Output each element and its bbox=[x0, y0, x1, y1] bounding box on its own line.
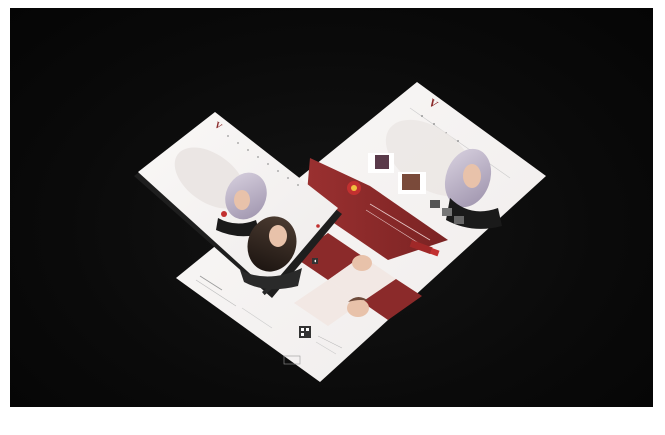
back-thumb-image bbox=[402, 174, 420, 190]
back-nav-dot bbox=[421, 115, 423, 117]
back-photo-thumb bbox=[442, 208, 452, 216]
mockup-stage: V V bbox=[10, 8, 653, 407]
front-nav-dot bbox=[257, 156, 259, 158]
front-nav-dot bbox=[297, 184, 299, 186]
mockup-scene: V V bbox=[134, 82, 546, 382]
back-nav-dot bbox=[457, 140, 459, 142]
back-photo-thumb bbox=[454, 216, 464, 224]
front-nav-dot bbox=[247, 149, 249, 151]
front-nav-dot bbox=[227, 135, 229, 137]
back-nav-dot bbox=[433, 123, 435, 125]
front-nav-dot bbox=[267, 163, 269, 165]
back-tile-portrait bbox=[347, 299, 369, 317]
back-badge-center bbox=[351, 185, 357, 191]
front-accent-dot bbox=[316, 224, 320, 228]
back-qr-code bbox=[299, 326, 311, 338]
back-tile-portrait bbox=[352, 255, 372, 271]
back-thumb-image bbox=[375, 155, 389, 169]
front-nav-dot bbox=[287, 177, 289, 179]
front-nav-dot bbox=[277, 170, 279, 172]
back-photo-thumb bbox=[430, 200, 440, 208]
front-nav-dot bbox=[237, 142, 239, 144]
